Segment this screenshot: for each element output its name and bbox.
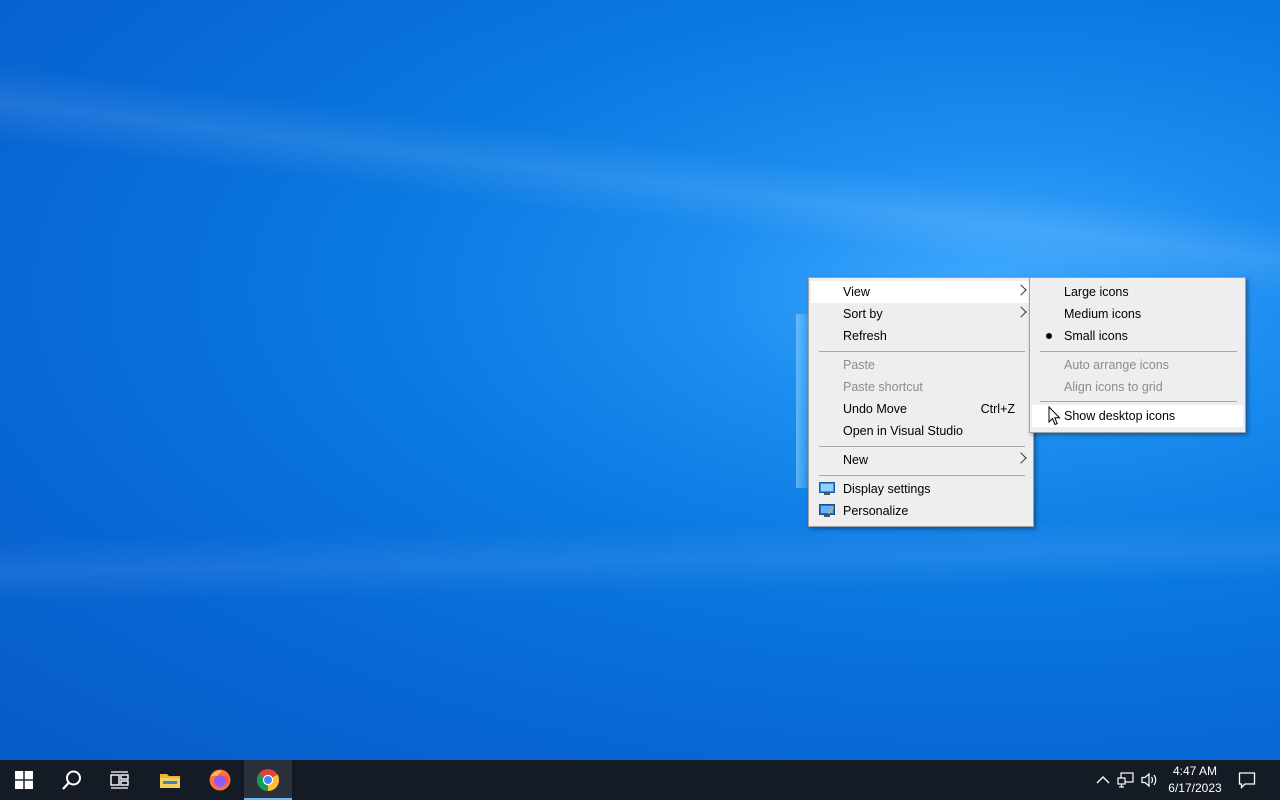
firefox-button[interactable] (196, 760, 244, 800)
menu-item-undo-move[interactable]: Undo Move Ctrl+Z (811, 398, 1031, 420)
show-hidden-icons-button[interactable] (1093, 770, 1113, 790)
menu-item-paste: Paste (811, 354, 1031, 376)
task-view-icon (110, 771, 129, 789)
taskbar-clock[interactable]: 4:47 AM 6/17/2023 (1162, 763, 1228, 797)
menu-item-open-in-visual-studio[interactable]: Open in Visual Studio (811, 420, 1031, 442)
desktop[interactable]: View Sort by Refresh Paste Paste shortcu… (0, 0, 1280, 760)
menu-item-align-icons-to-grid: Align icons to grid (1032, 376, 1243, 398)
network-button[interactable] (1116, 770, 1136, 790)
menu-item-label: New (843, 453, 869, 467)
menu-item-display-settings[interactable]: Display settings (811, 478, 1031, 500)
personalize-icon (819, 504, 835, 517)
menu-item-sort-by[interactable]: Sort by (811, 303, 1031, 325)
start-button[interactable] (0, 760, 48, 800)
clock-date: 6/17/2023 (1168, 781, 1222, 795)
menu-item-auto-arrange-icons: Auto arrange icons (1032, 354, 1243, 376)
notification-icon (1238, 772, 1256, 789)
wallpaper-light-beam (0, 382, 1280, 738)
windows-logo-icon (15, 771, 33, 789)
menu-item-shortcut: Ctrl+Z (980, 402, 1015, 416)
menu-item-view[interactable]: View (811, 281, 1031, 303)
chevron-up-icon (1096, 776, 1110, 784)
menu-item-label: Refresh (843, 329, 887, 343)
menu-item-label: Paste shortcut (843, 380, 923, 394)
network-icon (1117, 772, 1134, 788)
menu-item-label: Sort by (843, 307, 883, 321)
firefox-icon (209, 769, 231, 791)
wallpaper-logo-edge (796, 314, 808, 488)
volume-icon (1141, 772, 1157, 788)
menu-item-label: Auto arrange icons (1064, 358, 1169, 372)
menu-separator (1040, 351, 1237, 352)
menu-item-label: Show desktop icons (1064, 409, 1176, 423)
menu-item-label: Medium icons (1064, 307, 1142, 321)
volume-button[interactable] (1140, 770, 1160, 790)
chevron-right-icon (1015, 306, 1027, 318)
menu-item-refresh[interactable]: Refresh (811, 325, 1031, 347)
task-view-button[interactable] (96, 760, 144, 800)
search-icon (62, 770, 81, 790)
menu-separator (819, 446, 1025, 447)
menu-item-label: Paste (843, 358, 875, 372)
menu-item-new[interactable]: New (811, 449, 1031, 471)
menu-separator (819, 351, 1025, 352)
menu-item-personalize[interactable]: Personalize (811, 500, 1031, 522)
chevron-right-icon (1015, 284, 1027, 296)
taskbar: 4:47 AM 6/17/2023 (0, 760, 1280, 800)
menu-item-label: Align icons to grid (1064, 380, 1163, 394)
menu-item-paste-shortcut: Paste shortcut (811, 376, 1031, 398)
selected-bullet-icon (1046, 333, 1052, 339)
desktop-context-menu: View Sort by Refresh Paste Paste shortcu… (808, 277, 1034, 527)
chrome-icon (257, 769, 279, 791)
menu-item-label: Display settings (843, 482, 931, 496)
menu-item-large-icons[interactable]: Large icons (1032, 281, 1243, 303)
menu-item-small-icons[interactable]: Small icons (1032, 325, 1243, 347)
chrome-button[interactable] (244, 760, 292, 800)
menu-item-label: Personalize (843, 504, 909, 518)
clock-time: 4:47 AM (1172, 764, 1218, 778)
menu-separator (819, 475, 1025, 476)
menu-item-label: Undo Move (843, 402, 907, 416)
menu-item-label: View (843, 285, 870, 299)
mouse-cursor-icon (1048, 406, 1061, 426)
menu-item-show-desktop-icons[interactable]: Show desktop icons (1032, 405, 1243, 427)
menu-item-medium-icons[interactable]: Medium icons (1032, 303, 1243, 325)
display-icon (819, 482, 835, 495)
chevron-right-icon (1015, 452, 1027, 464)
file-explorer-button[interactable] (146, 760, 194, 800)
menu-item-label: Large icons (1064, 285, 1129, 299)
folder-icon (160, 774, 180, 788)
menu-item-label: Open in Visual Studio (843, 424, 963, 438)
menu-separator (1040, 401, 1237, 402)
action-center-button[interactable] (1237, 770, 1257, 790)
search-button[interactable] (48, 760, 96, 800)
menu-item-label: Small icons (1064, 329, 1128, 343)
